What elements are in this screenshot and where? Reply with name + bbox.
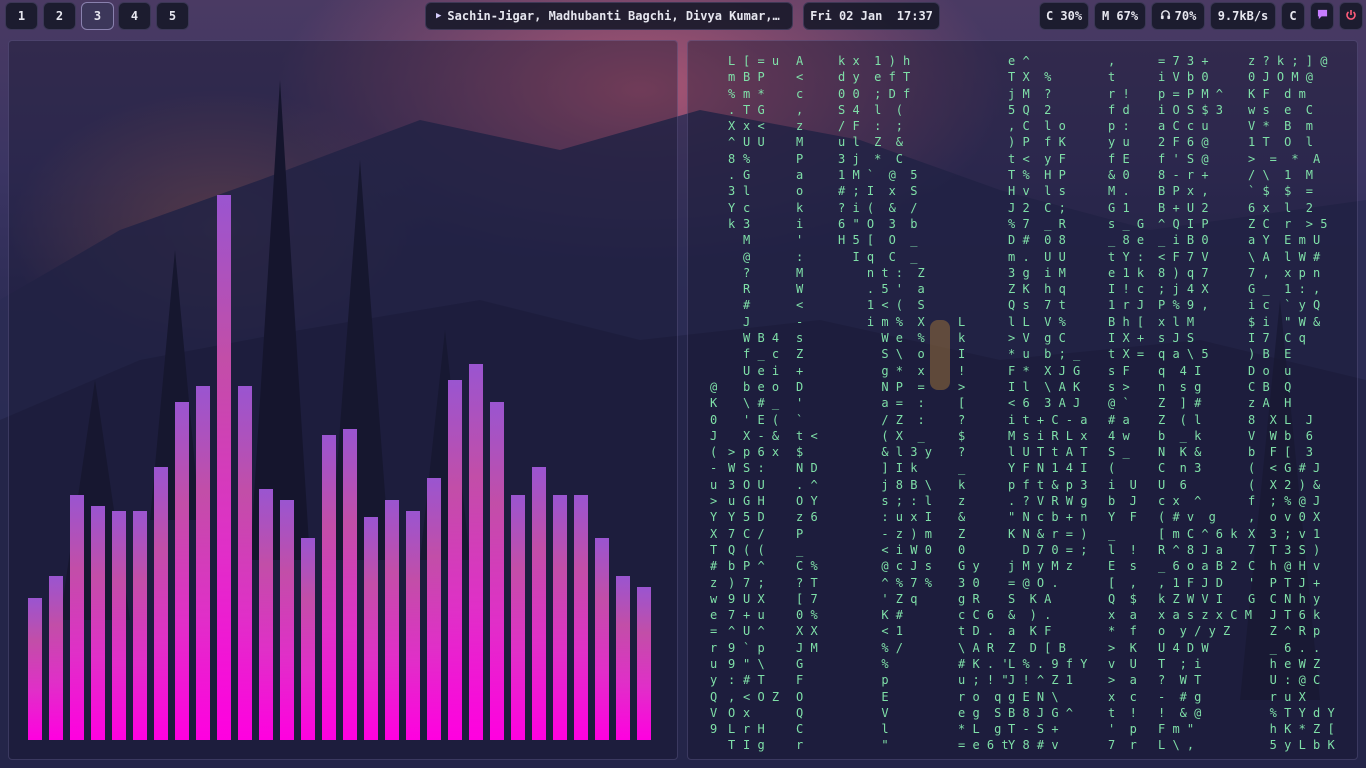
visualizer-bar bbox=[49, 576, 63, 740]
visualizer-bar bbox=[91, 506, 105, 740]
matrix-column: [ = u B P m * T G x < U U % G l c 3 M @ … bbox=[743, 54, 780, 753]
matrix-column: @ K 0 J ( - u > Y X T # z w e = r u y Q … bbox=[710, 379, 718, 737]
network-speed-text: 9.7kB/s bbox=[1217, 9, 1269, 23]
notification-button[interactable] bbox=[1310, 2, 1334, 30]
visualizer-bar bbox=[301, 538, 315, 740]
visualizer-bar bbox=[406, 511, 420, 740]
visualizer-bar bbox=[238, 386, 252, 740]
network-speed[interactable]: 9.7kB/s bbox=[1210, 2, 1276, 30]
visualizer-bar bbox=[574, 495, 588, 740]
visualizer-bars bbox=[9, 41, 677, 759]
volume-text: 70% bbox=[1174, 9, 1197, 23]
play-icon[interactable]: ▶ bbox=[436, 11, 441, 21]
workspace-label: 3 bbox=[93, 9, 102, 23]
visualizer-bar bbox=[427, 478, 441, 740]
visualizer-bar bbox=[196, 386, 210, 740]
clipboard-text: C bbox=[1289, 9, 1297, 23]
visualizer-bar bbox=[154, 467, 168, 740]
visualizer-bar bbox=[616, 576, 630, 740]
power-button[interactable] bbox=[1339, 2, 1363, 30]
visualizer-bar bbox=[280, 500, 294, 740]
workspace-label: 2 bbox=[55, 9, 64, 23]
visualizer-bar bbox=[511, 495, 525, 740]
matrix-rain: @ K 0 J ( - u > Y X T # z w e = r u y Q … bbox=[688, 41, 1357, 759]
matrix-column: z ? k ; ] @ 0 J O M @ K F d m w s e C V … bbox=[1248, 54, 1335, 753]
workspace-label: 4 bbox=[130, 9, 139, 23]
matrix-column: A < c , z M P a o k i ' : M W < - s Z + … bbox=[796, 54, 818, 753]
visualizer-bar bbox=[112, 511, 126, 740]
matrix-column: L k I ! > [ ? $ ? _ k z & Z 0 G y 3 0 g … bbox=[958, 314, 1009, 753]
media-title: Sachin-Jigar, Madhubanti Bagchi, Divya K… bbox=[447, 9, 782, 23]
visualizer-bar bbox=[385, 500, 399, 740]
volume-control[interactable]: 70% bbox=[1151, 2, 1205, 30]
memory-usage[interactable]: M 67% bbox=[1094, 2, 1146, 30]
visualizer-bar bbox=[70, 495, 84, 740]
notification-icon bbox=[1317, 9, 1328, 23]
matrix-terminal-window[interactable]: @ K 0 J ( - u > Y X T # z w e = r u y Q … bbox=[687, 40, 1358, 760]
matrix-column: L m % . X ^ 8 . 3 Y k > W 3 u Y 7 Q b ) … bbox=[728, 54, 736, 753]
visualizer-bar bbox=[364, 517, 378, 740]
workspace-button-5[interactable]: 5 bbox=[156, 2, 189, 30]
matrix-column: e ^ T X % j M ? 5 Q 2 , C l o ) P f K t … bbox=[1008, 54, 1088, 753]
power-icon bbox=[1345, 9, 1357, 24]
cpu-usage-text: C 30% bbox=[1045, 9, 1083, 23]
matrix-column: k x 1 ) h d y e f T 0 0 ; D f S 4 l ( / … bbox=[838, 54, 932, 753]
visualizer-bar bbox=[175, 402, 189, 740]
audio-visualizer-window[interactable] bbox=[8, 40, 678, 760]
visualizer-bar bbox=[133, 511, 147, 740]
headphones-icon bbox=[1160, 9, 1171, 23]
visualizer-bar bbox=[532, 467, 546, 740]
visualizer-bar bbox=[343, 429, 357, 740]
status-bar: 1 2 3 4 5 ▶ Sachin-Jigar, Madhubanti Bagchi,… bbox=[0, 0, 1366, 34]
memory-usage-text: M 67% bbox=[1101, 9, 1139, 23]
workspace-label: 1 bbox=[17, 9, 26, 23]
visualizer-bar bbox=[217, 195, 231, 740]
visualizer-bar bbox=[490, 402, 504, 740]
workspace-button-1[interactable]: 1 bbox=[5, 2, 38, 30]
matrix-column: = 7 3 + i V b 0 p = P M ^ i O S $ 3 a C … bbox=[1158, 54, 1252, 753]
cpu-usage[interactable]: C 30% bbox=[1039, 2, 1089, 30]
visualizer-bar bbox=[259, 489, 273, 740]
clipboard-widget[interactable]: C bbox=[1281, 2, 1305, 30]
visualizer-bar bbox=[595, 538, 609, 740]
clock[interactable]: Fri 02 Jan 17:37 bbox=[803, 2, 940, 30]
visualizer-bar bbox=[28, 598, 42, 740]
media-player-widget[interactable]: ▶ Sachin-Jigar, Madhubanti Bagchi, Divya… bbox=[425, 2, 793, 30]
visualizer-bar bbox=[553, 495, 567, 740]
workspace-button-4[interactable]: 4 bbox=[118, 2, 151, 30]
workspace-button-2[interactable]: 2 bbox=[43, 2, 76, 30]
workspace-button-3[interactable]: 3 bbox=[81, 2, 114, 30]
clock-text: Fri 02 Jan 17:37 bbox=[810, 9, 933, 23]
visualizer-bar bbox=[637, 587, 651, 740]
visualizer-bar bbox=[322, 435, 336, 740]
visualizer-bar bbox=[448, 380, 462, 740]
matrix-column: , t r ! f d p : y u f E & 0 M . G 1 s _ … bbox=[1108, 54, 1145, 753]
visualizer-bar bbox=[469, 364, 483, 740]
workspace-label: 5 bbox=[168, 9, 177, 23]
